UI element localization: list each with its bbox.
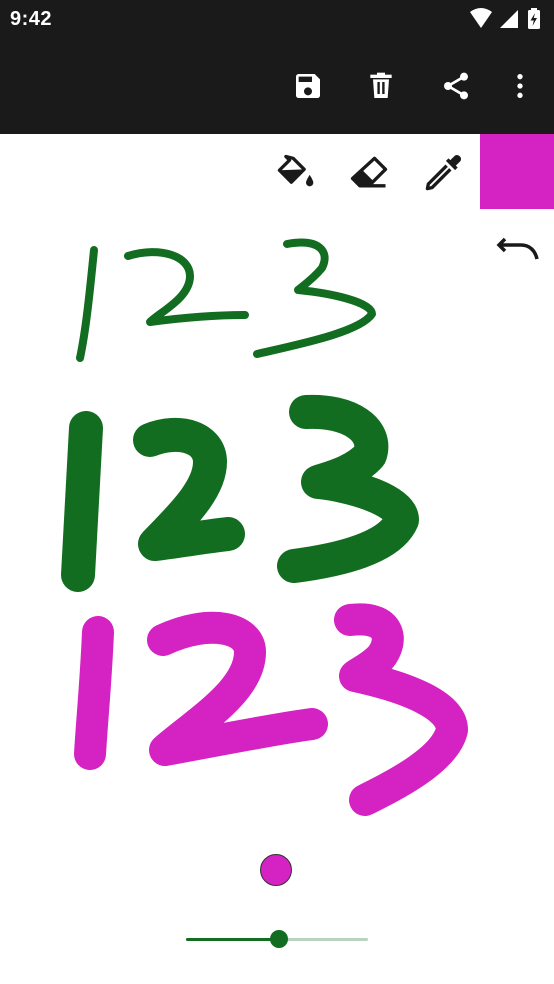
eraser-icon — [350, 156, 388, 188]
battery-charging-icon — [528, 8, 540, 29]
cell-signal-icon — [500, 10, 518, 28]
status-bar: 9:42 — [0, 0, 554, 38]
brush-size-slider[interactable] — [186, 928, 368, 950]
stroke-group-thin-green — [76, 238, 376, 362]
status-icons — [470, 8, 544, 30]
brush-size-preview — [260, 854, 292, 886]
delete-icon — [370, 72, 392, 98]
more-vert-icon — [517, 74, 523, 98]
app-bar — [0, 38, 554, 134]
fill-tool-button[interactable] — [272, 150, 318, 196]
paint-bucket-icon — [277, 154, 314, 187]
more-options-button[interactable] — [500, 66, 540, 106]
status-time: 9:42 — [10, 8, 53, 30]
stroke-group-magenta — [74, 603, 468, 816]
share-button[interactable] — [436, 66, 476, 106]
drawing-strokes — [61, 238, 468, 816]
slider-fill — [186, 938, 279, 941]
eraser-tool-button[interactable] — [346, 150, 392, 196]
color-picker-swatch[interactable] — [480, 134, 554, 209]
eyedropper-tool-button[interactable] — [420, 150, 466, 196]
delete-button[interactable] — [361, 66, 401, 106]
save-button[interactable] — [288, 66, 328, 106]
tools-row — [0, 134, 554, 209]
stroke-group-thick-green — [61, 394, 419, 592]
eyedropper-icon — [425, 155, 461, 191]
save-icon — [296, 74, 320, 98]
wifi-icon — [470, 8, 492, 28]
slider-thumb[interactable] — [269, 930, 288, 948]
drawing-canvas[interactable] — [0, 209, 554, 829]
share-icon — [444, 72, 468, 100]
